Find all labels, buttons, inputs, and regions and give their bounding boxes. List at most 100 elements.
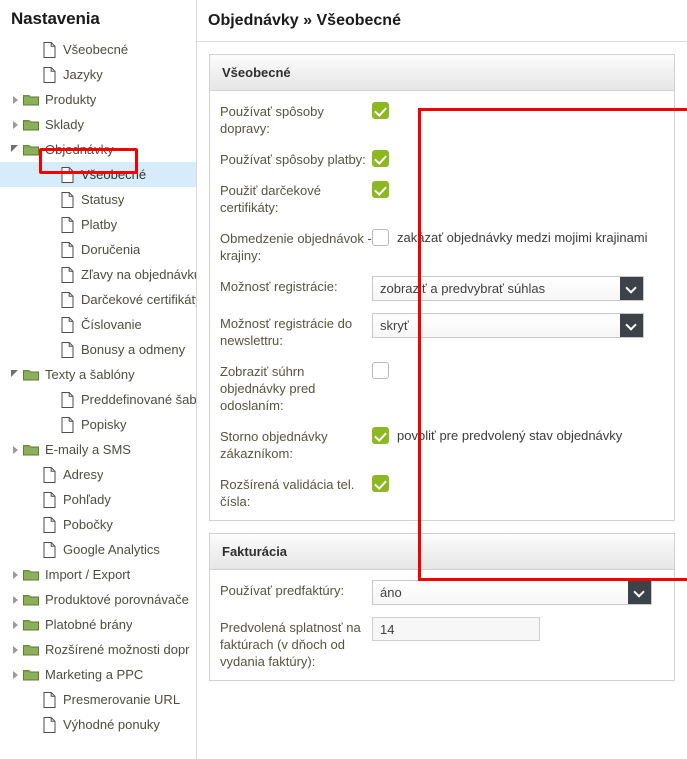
folder-icon <box>21 441 41 459</box>
chevron-right-icon[interactable] <box>8 96 21 104</box>
file-icon <box>57 216 77 234</box>
settings-tree: Všeobecné Jazyky Produkty Sklady Objednávky V… <box>0 37 196 737</box>
chevron-right-icon[interactable] <box>8 671 21 679</box>
select-value: zobraziť a predvybrať súhlas <box>380 281 546 296</box>
panel-invoicing-heading: Fakturácia <box>210 534 674 570</box>
file-icon <box>57 391 77 409</box>
text-input-value: 14 <box>380 621 395 637</box>
checkbox-checked[interactable] <box>372 181 389 198</box>
sidebar-item-v-eobecn[interactable]: Všeobecné <box>0 37 196 62</box>
page-header: Objednávky » Všeobecné <box>197 0 687 42</box>
sidebar-item-label: Pobočky <box>63 517 113 532</box>
sidebar-item-label: Statusy <box>81 192 125 207</box>
chevron-right-icon[interactable] <box>8 571 21 579</box>
chevron-right-icon[interactable] <box>8 121 21 129</box>
field-control <box>372 474 664 492</box>
checkbox-checked[interactable] <box>372 475 389 492</box>
sidebar-item-popisky[interactable]: Popisky <box>0 412 196 437</box>
field-control: povoliť pre predvolený stav objednávky <box>372 426 664 444</box>
field-control <box>372 101 664 119</box>
checkbox-unchecked[interactable] <box>372 229 389 246</box>
sidebar-item-texty-a-abl-ny[interactable]: Texty a šablóny <box>0 362 196 387</box>
sidebar-item-v-eobecn[interactable]: Všeobecné <box>0 162 196 187</box>
form-row: Rozšírená validácia tel. čísla: <box>210 474 674 510</box>
sidebar-item-bonusy-a-odmeny[interactable]: Bonusy a odmeny <box>0 337 196 362</box>
checkbox-checked[interactable] <box>372 102 389 119</box>
sidebar-item-adresy[interactable]: Adresy <box>0 462 196 487</box>
file-icon <box>57 341 77 359</box>
select-dropdown[interactable]: zobraziť a predvybrať súhlas <box>372 276 644 301</box>
folder-icon <box>21 366 41 384</box>
sidebar-item-produkty[interactable]: Produkty <box>0 87 196 112</box>
checkbox-checked[interactable] <box>372 427 389 444</box>
sidebar-item-label: Marketing a PPC <box>45 667 144 682</box>
file-icon <box>39 716 59 734</box>
chevron-down-icon <box>635 588 644 597</box>
form-row: Možnosť registrácie: zobraziť a predvybra… <box>210 276 674 301</box>
text-input[interactable]: 14 <box>372 617 540 641</box>
sidebar-item-statusy[interactable]: Statusy <box>0 187 196 212</box>
folder-icon <box>21 116 41 134</box>
sidebar-item-produktov-porovn-va-e[interactable]: Produktové porovnávače <box>0 587 196 612</box>
field-label: Použiť darčekové certifikáty: <box>220 183 321 215</box>
file-icon <box>57 191 77 209</box>
select-toggle-button[interactable] <box>620 277 643 300</box>
file-icon <box>57 416 77 434</box>
form-row: Používať spôsoby platby: <box>210 149 674 168</box>
sidebar-item-roz-ren-mo-nosti-dopr[interactable]: Rozšírené možnosti dopr <box>0 637 196 662</box>
sidebar-item-slovanie[interactable]: Číslovanie <box>0 312 196 337</box>
field-label: Rozšírená validácia tel. čísla: <box>220 477 355 509</box>
sidebar-item-label: Zľavy na objednávku <box>81 267 196 282</box>
sidebar-item-label: Produktové porovnávače <box>45 592 189 607</box>
sidebar-item-e-maily-a-sms[interactable]: E-maily a SMS <box>0 437 196 462</box>
form-row: Predvolená splatnosť na faktúrach (v dňo… <box>210 617 674 670</box>
file-icon <box>57 266 77 284</box>
sidebar-item-label: Bonusy a odmeny <box>81 342 186 357</box>
sidebar-item-jazyky[interactable]: Jazyky <box>0 62 196 87</box>
sidebar-item-dar-ekov-certifik-ty[interactable]: Darčekové certifikáty <box>0 287 196 312</box>
sidebar-item-label: Import / Export <box>45 567 131 582</box>
sidebar-item-doru-enia[interactable]: Doručenia <box>0 237 196 262</box>
select-dropdown[interactable]: áno <box>372 580 652 605</box>
sidebar-item-z-avy-na-objedn-vku[interactable]: Zľavy na objednávku <box>0 262 196 287</box>
form-row: Obmedzenie objednávok - krajiny: zakázať … <box>210 228 674 264</box>
sidebar-item-preddefinovan-abl[interactable]: Preddefinované šabló <box>0 387 196 412</box>
field-label: Obmedzenie objednávok - krajiny: <box>220 231 372 263</box>
sidebar-item-label: Výhodné ponuky <box>63 717 160 732</box>
sidebar-item-label: Jazyky <box>63 67 103 82</box>
chevron-down-icon[interactable] <box>8 372 21 377</box>
sidebar-item-poh-ady[interactable]: Pohľady <box>0 487 196 512</box>
select-toggle-button[interactable] <box>620 314 643 337</box>
sidebar-item-import-export[interactable]: Import / Export <box>0 562 196 587</box>
file-icon <box>57 316 77 334</box>
sidebar-item-v-hodn-ponuky[interactable]: Výhodné ponuky <box>0 712 196 737</box>
chevron-down-icon[interactable] <box>8 147 21 152</box>
checkbox-unchecked[interactable] <box>372 362 389 379</box>
file-icon <box>39 691 59 709</box>
chevron-down-icon <box>627 284 636 293</box>
field-label: Zobraziť súhrn objednávky pred odoslaním… <box>220 364 316 413</box>
chevron-right-icon[interactable] <box>8 596 21 604</box>
checkbox-checked[interactable] <box>372 150 389 167</box>
chevron-right-icon[interactable] <box>8 646 21 654</box>
select-value: skryť <box>380 318 409 333</box>
sidebar-item-marketing-a-ppc[interactable]: Marketing a PPC <box>0 662 196 687</box>
field-control: 14 <box>372 617 664 641</box>
chevron-right-icon[interactable] <box>8 621 21 629</box>
sidebar-item-platby[interactable]: Platby <box>0 212 196 237</box>
sidebar-item-label: Platby <box>81 217 118 232</box>
sidebar: Nastavenia Všeobecné Jazyky Produkty Sklady… <box>0 0 197 759</box>
form-row: Používať spôsoby dopravy: <box>210 101 674 137</box>
settings-page: Nastavenia Všeobecné Jazyky Produkty Sklady… <box>0 0 687 759</box>
sidebar-item-presmerovanie-url[interactable]: Presmerovanie URL <box>0 687 196 712</box>
chevron-right-icon[interactable] <box>8 446 21 454</box>
select-toggle-button[interactable] <box>628 581 651 604</box>
panel-invoicing: Fakturácia Používať predfaktúry: áno Predv… <box>209 533 675 681</box>
field-control <box>372 361 664 379</box>
sidebar-item-platobn-br-ny[interactable]: Platobné brány <box>0 612 196 637</box>
sidebar-item-sklady[interactable]: Sklady <box>0 112 196 137</box>
sidebar-item-pobo-ky[interactable]: Pobočky <box>0 512 196 537</box>
sidebar-item-google-analytics[interactable]: Google Analytics <box>0 537 196 562</box>
sidebar-item-objedn-vky[interactable]: Objednávky <box>0 137 196 162</box>
select-dropdown[interactable]: skryť <box>372 313 644 338</box>
